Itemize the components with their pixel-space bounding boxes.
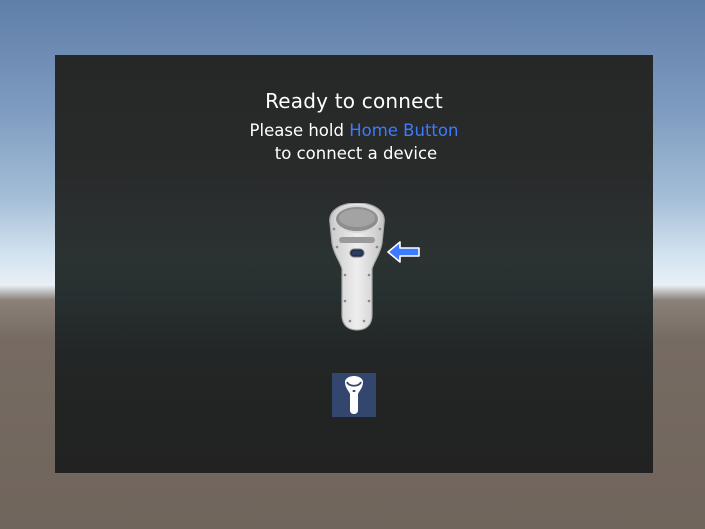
- instruction-prefix: Please hold: [249, 121, 350, 140]
- home-button-highlight: Home Button: [349, 121, 459, 140]
- controller-device-icon: [345, 376, 363, 414]
- device-slot-button[interactable]: [332, 373, 376, 417]
- instruction-line-1: Please hold Home Button: [55, 121, 653, 140]
- connect-panel: Ready to connect Please hold Home Button…: [55, 55, 653, 473]
- vr-controller-icon: [329, 203, 385, 331]
- instruction-line-2: to connect a device: [274, 144, 438, 163]
- panel-title: Ready to connect: [265, 89, 443, 113]
- arrow-left-icon: [387, 241, 420, 263]
